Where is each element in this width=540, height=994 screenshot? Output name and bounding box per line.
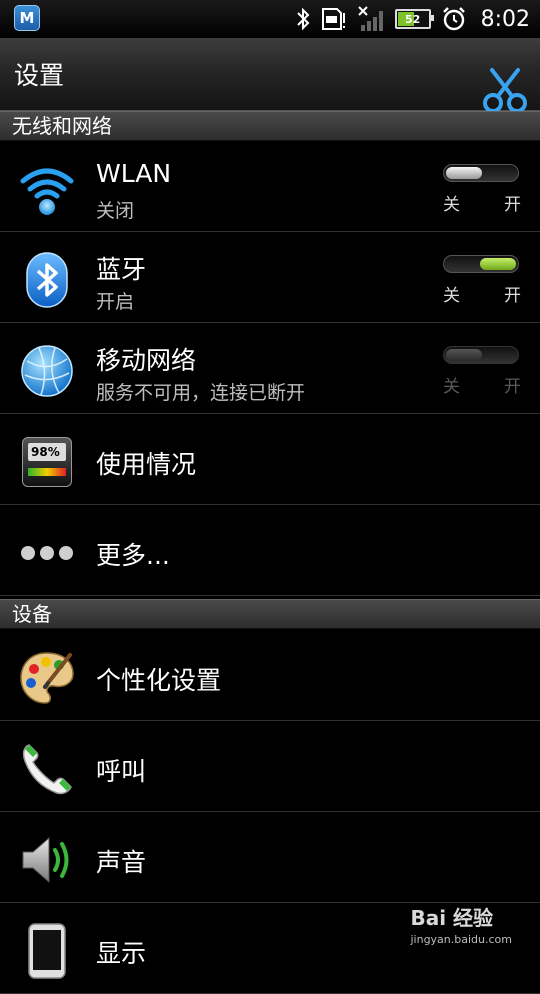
- alarm-icon: [441, 6, 467, 32]
- settings-row-more[interactable]: 更多...: [0, 506, 540, 596]
- row-title: 声音: [96, 848, 147, 877]
- row-title: 呼叫: [96, 757, 147, 786]
- toggle-on-label: 开: [504, 286, 521, 306]
- row-title: 蓝牙: [96, 255, 147, 284]
- scissors-icon[interactable]: [480, 66, 530, 116]
- toggle-on-label: 开: [504, 377, 521, 397]
- row-subtitle: 服务不可用，连接已断开: [96, 382, 306, 404]
- toggle-off-label: 关: [443, 377, 460, 397]
- row-title: 个性化设置: [96, 666, 222, 695]
- settings-row-personalize[interactable]: 个性化设置: [0, 631, 540, 721]
- no-signal-icon: [357, 5, 385, 33]
- row-title: 使用情况: [96, 450, 197, 479]
- section-header-device: 设备: [0, 599, 540, 629]
- app-shield-icon: M: [14, 5, 40, 31]
- toggle-off-label: 关: [443, 286, 460, 306]
- speaker-icon: [18, 831, 76, 889]
- settings-row-data-usage[interactable]: 98% 使用情况: [0, 415, 540, 505]
- bluetooth-toggle[interactable]: [443, 255, 519, 273]
- row-title: 移动网络: [96, 346, 197, 375]
- watermark-main: Bai 经验: [410, 906, 494, 930]
- page-title: 设置: [14, 61, 65, 90]
- battery-icon: 52: [394, 9, 434, 29]
- wifi-icon: [18, 160, 76, 218]
- title-bar: 设置: [0, 38, 540, 113]
- wlan-toggle[interactable]: [443, 164, 519, 182]
- display-phone-icon: [18, 922, 76, 980]
- settings-row-call[interactable]: 呼叫: [0, 722, 540, 812]
- baidu-watermark: Bai 经验 jingyan.baidu.com: [410, 902, 512, 946]
- more-dots-icon: [18, 524, 76, 582]
- sd-card-icon: [321, 7, 347, 31]
- watermark-url: jingyan.baidu.com: [410, 933, 512, 946]
- battery-level-text: 52: [404, 12, 421, 26]
- data-usage-meter-icon: 98%: [18, 433, 76, 491]
- row-title: 更多...: [96, 541, 170, 570]
- clock: 8:02: [480, 6, 530, 32]
- palette-icon: [18, 649, 76, 707]
- mobile-network-toggle: [443, 346, 519, 364]
- row-subtitle: 开启: [96, 291, 135, 313]
- section-header-wireless: 无线和网络: [0, 111, 540, 141]
- phone-icon: [18, 740, 76, 798]
- bluetooth-status-icon: [295, 7, 311, 31]
- settings-row-bluetooth[interactable]: 蓝牙 开启 关 开: [0, 233, 540, 323]
- row-subtitle: 关闭: [96, 200, 135, 222]
- toggle-off-label: 关: [443, 195, 460, 215]
- bluetooth-icon: [18, 251, 76, 309]
- row-title: WLAN: [96, 159, 172, 188]
- settings-row-mobile-network[interactable]: 移动网络 服务不可用，连接已断开 关 开: [0, 324, 540, 414]
- toggle-on-label: 开: [504, 195, 521, 215]
- globe-icon: [18, 342, 76, 400]
- settings-row-wlan[interactable]: WLAN 关闭 关 开: [0, 142, 540, 232]
- row-title: 显示: [96, 939, 147, 968]
- status-bar: M 52 8:02: [0, 0, 540, 38]
- settings-row-sound[interactable]: 声音: [0, 813, 540, 903]
- meter-readout: 98%: [28, 443, 66, 461]
